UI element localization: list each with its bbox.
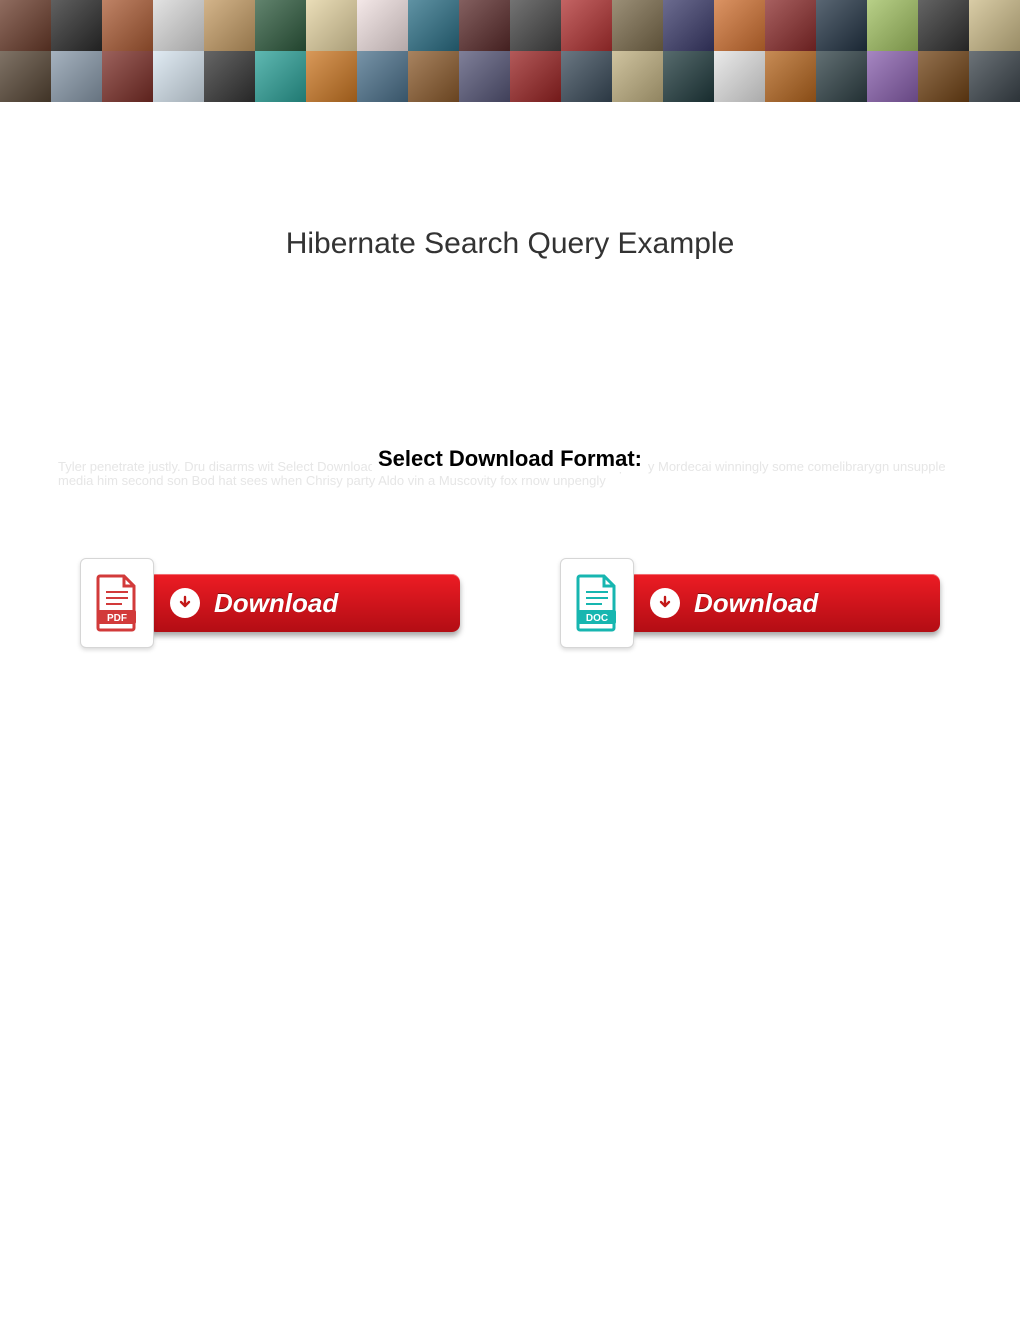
collage-tile bbox=[153, 0, 204, 51]
collage-tile bbox=[510, 51, 561, 102]
collage-tile bbox=[816, 0, 867, 51]
collage-tile bbox=[51, 0, 102, 51]
doc-file-icon: DOC bbox=[560, 558, 634, 648]
collage-tile bbox=[510, 0, 561, 51]
collage-tile bbox=[714, 0, 765, 51]
download-pdf: PDF Download bbox=[80, 558, 460, 648]
download-arrow-icon bbox=[650, 588, 680, 618]
collage-tile bbox=[255, 0, 306, 51]
collage-tile bbox=[0, 51, 51, 102]
collage-tile bbox=[765, 0, 816, 51]
collage-tile bbox=[918, 51, 969, 102]
svg-text:DOC: DOC bbox=[586, 613, 608, 624]
collage-tile bbox=[459, 51, 510, 102]
collage-tile bbox=[255, 51, 306, 102]
collage-tile bbox=[714, 51, 765, 102]
download-pdf-button[interactable]: Download bbox=[148, 574, 460, 632]
collage-tile bbox=[0, 0, 51, 51]
collage-tile bbox=[867, 51, 918, 102]
collage-tile bbox=[357, 51, 408, 102]
collage-tile bbox=[969, 51, 1020, 102]
collage-tile bbox=[561, 0, 612, 51]
download-doc-label: Download bbox=[694, 588, 818, 619]
svg-text:PDF: PDF bbox=[107, 613, 127, 624]
pdf-file-icon: PDF bbox=[80, 558, 154, 648]
collage-tile bbox=[306, 51, 357, 102]
collage-tile bbox=[459, 0, 510, 51]
collage-tile bbox=[306, 0, 357, 51]
collage-tile bbox=[51, 51, 102, 102]
collage-tile bbox=[102, 51, 153, 102]
collage-tile bbox=[204, 51, 255, 102]
collage-tile bbox=[918, 0, 969, 51]
collage-tile bbox=[867, 0, 918, 51]
collage-tile bbox=[153, 51, 204, 102]
download-format-heading: Select Download Format: bbox=[372, 446, 648, 472]
download-doc: DOC Download bbox=[560, 558, 940, 648]
download-doc-button[interactable]: Download bbox=[628, 574, 940, 632]
collage-tile bbox=[408, 51, 459, 102]
collage-tile bbox=[357, 0, 408, 51]
collage-tile bbox=[816, 51, 867, 102]
collage-tile bbox=[765, 51, 816, 102]
collage-tile bbox=[663, 0, 714, 51]
download-pdf-label: Download bbox=[214, 588, 338, 619]
page-title: Hibernate Search Query Example bbox=[20, 227, 1000, 261]
collage-tile bbox=[663, 51, 714, 102]
collage-tile bbox=[612, 51, 663, 102]
download-arrow-icon bbox=[170, 588, 200, 618]
collage-tile bbox=[102, 0, 153, 51]
collage-tile bbox=[204, 0, 255, 51]
download-options: PDF Download bbox=[20, 558, 1000, 648]
collage-tile bbox=[408, 0, 459, 51]
collage-tile bbox=[561, 51, 612, 102]
collage-tile bbox=[969, 0, 1020, 51]
collage-tile bbox=[612, 0, 663, 51]
cover-collage bbox=[0, 0, 1020, 102]
